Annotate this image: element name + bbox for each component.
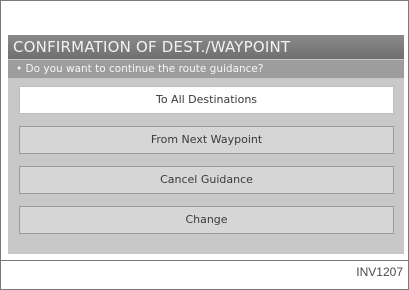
from-next-waypoint-button[interactable]: From Next Waypoint bbox=[19, 126, 394, 154]
cancel-guidance-button[interactable]: Cancel Guidance bbox=[19, 166, 394, 194]
figure-frame: CONFIRMATION OF DEST./WAYPOINT • Do you … bbox=[0, 0, 409, 290]
to-all-destinations-button[interactable]: To All Destinations bbox=[19, 86, 394, 114]
footer-divider bbox=[1, 260, 408, 261]
nav-screen: CONFIRMATION OF DEST./WAYPOINT • Do you … bbox=[8, 35, 404, 254]
dialog-question: • Do you want to continue the route guid… bbox=[8, 60, 404, 78]
change-button[interactable]: Change bbox=[19, 206, 394, 234]
dialog-title: CONFIRMATION OF DEST./WAYPOINT bbox=[8, 35, 404, 59]
figure-reference: INV1207 bbox=[356, 265, 403, 279]
